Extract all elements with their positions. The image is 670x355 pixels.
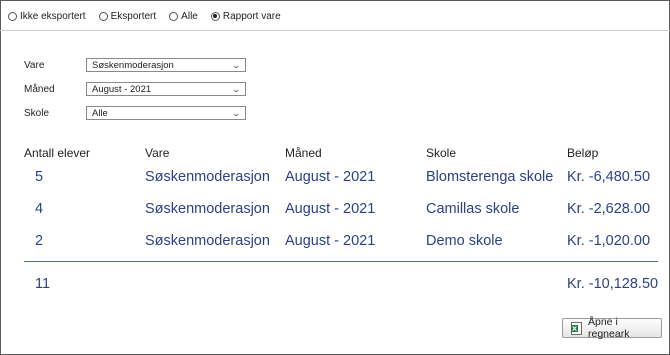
cell-antall: 2 <box>35 233 44 249</box>
total-amount: Kr. -10,128.50 <box>567 276 659 292</box>
vare-select[interactable]: Søskenmoderasjon ⌄ <box>86 58 246 72</box>
select-value: Søskenmoderasjon <box>92 59 174 71</box>
filter-label: Vare <box>24 59 45 71</box>
radio-rapport-vare[interactable]: Rapport vare <box>210 10 281 22</box>
total-count: 11 <box>35 276 51 292</box>
cell-skole: Demo skole <box>426 233 503 249</box>
select-value: Alle <box>92 107 108 119</box>
chevron-down-icon: ⌄ <box>231 84 242 94</box>
cell-belop: Kr. -6,480.50 <box>567 169 651 185</box>
radio-eksportert[interactable]: Eksportert <box>98 10 157 22</box>
radio-label: Rapport vare <box>222 10 281 22</box>
radio-label: Ikke eksportert <box>20 10 86 22</box>
filter-skole-row: Skole Alle ⌄ <box>24 106 246 120</box>
filter-label: Måned <box>24 83 55 95</box>
radio-button[interactable] <box>169 11 179 21</box>
filter-vare-row: Vare Søskenmoderasjon ⌄ <box>24 58 246 72</box>
radio-button[interactable] <box>8 11 17 21</box>
radio-ikke-eksportert[interactable]: Ikke eksportert <box>8 11 86 22</box>
radio-alle[interactable]: Alle <box>169 11 198 22</box>
column-header-vare: Vare <box>145 146 170 160</box>
cell-maned: August - 2021 <box>285 233 376 249</box>
cell-vare: Søskenmoderasjon <box>145 169 270 185</box>
export-filter-radio-group: Ikke eksportert Eksportert Alle Rapport … <box>8 9 294 23</box>
chevron-down-icon: ⌄ <box>231 60 242 70</box>
filter-label: Skole <box>24 107 50 119</box>
divider <box>0 30 670 31</box>
cell-belop: Kr. -1,020.00 <box>567 233 651 249</box>
excel-icon <box>571 321 582 335</box>
cell-belop: Kr. -2,628.00 <box>567 201 651 217</box>
chevron-down-icon: ⌄ <box>231 108 242 118</box>
filter-maned-row: Måned August - 2021 ⌄ <box>24 82 246 96</box>
cell-skole: Camillas skole <box>426 201 520 217</box>
cell-skole: Blomsterenga skole <box>426 169 554 185</box>
open-spreadsheet-button[interactable]: Åpne i regneark <box>562 316 662 340</box>
total-divider <box>24 261 658 262</box>
radio-label: Alle <box>181 10 198 22</box>
column-header-skole: Skole <box>426 146 457 160</box>
radio-button-selected[interactable] <box>210 11 220 21</box>
cell-antall: 5 <box>35 169 44 185</box>
radio-button[interactable] <box>98 11 108 21</box>
radio-label: Eksportert <box>110 10 157 22</box>
cell-vare: Søskenmoderasjon <box>145 233 270 249</box>
cell-maned: August - 2021 <box>285 169 376 185</box>
cell-vare: Søskenmoderasjon <box>145 201 270 217</box>
cell-antall: 4 <box>35 201 44 217</box>
open-spreadsheet-label: Åpne i regneark <box>588 316 630 340</box>
maned-select[interactable]: August - 2021 ⌄ <box>86 82 246 96</box>
cell-maned: August - 2021 <box>285 201 376 217</box>
skole-select[interactable]: Alle ⌄ <box>86 106 246 120</box>
select-value: August - 2021 <box>92 83 152 95</box>
column-header-maned: Måned <box>285 146 322 160</box>
column-header-antall: Antall elever <box>24 146 91 160</box>
column-header-belop: Beløp <box>567 146 599 160</box>
